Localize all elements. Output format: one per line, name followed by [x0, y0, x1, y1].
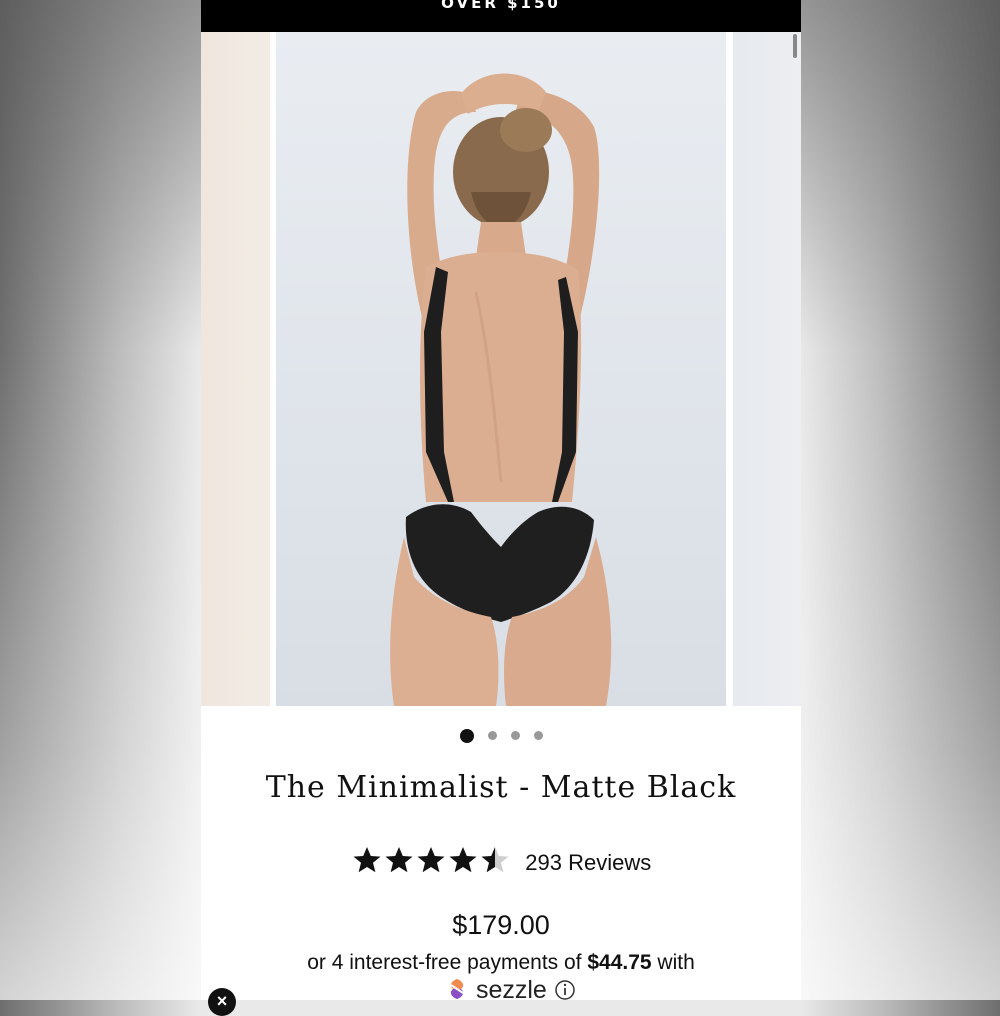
installments-suffix: with	[657, 951, 695, 974]
star-icon	[385, 847, 413, 873]
product-title: The Minimalist - Matte Black	[265, 770, 737, 805]
product-image[interactable]	[276, 32, 726, 706]
star-icon	[481, 847, 509, 873]
carousel-dot[interactable]	[510, 731, 520, 740]
star-icon	[417, 847, 445, 873]
installments-prefix: or 4 interest-free payments of	[307, 951, 582, 974]
product-price: $179.00	[452, 910, 550, 940]
promo-text: OVER $150	[441, 0, 561, 12]
promo-banner[interactable]: OVER $150	[201, 0, 801, 32]
close-icon[interactable]: ×	[208, 988, 236, 1016]
installment-amount: $44.75	[587, 951, 652, 974]
reviews-link[interactable]: 293 Reviews	[525, 850, 651, 876]
product-page: OVER $150 The Minimalist - Matte Black 2…	[201, 0, 801, 1000]
next-slide-peek[interactable]	[733, 32, 801, 706]
info-icon[interactable]	[554, 979, 576, 1000]
star-icon	[353, 847, 381, 873]
scrollbar[interactable]	[793, 34, 797, 58]
product-rating[interactable]: 293 Reviews	[201, 845, 801, 880]
sezzle-wordmark: sezzle	[475, 976, 547, 1000]
previous-slide-peek[interactable]	[201, 32, 270, 706]
star-icon	[449, 847, 477, 873]
installments-text: or 4 interest-free payments of $44.75 wi…	[201, 951, 801, 975]
star-rating[interactable]	[351, 845, 511, 880]
carousel-dot[interactable]	[459, 728, 474, 743]
model-photo	[390, 73, 612, 706]
carousel-dot[interactable]	[487, 731, 497, 740]
sezzle-logo-icon	[450, 979, 464, 999]
product-image-carousel[interactable]	[201, 32, 801, 706]
carousel-dot[interactable]	[533, 731, 543, 740]
carousel-pagination	[201, 728, 801, 744]
sezzle-logo[interactable]: sezzle	[445, 976, 576, 1000]
